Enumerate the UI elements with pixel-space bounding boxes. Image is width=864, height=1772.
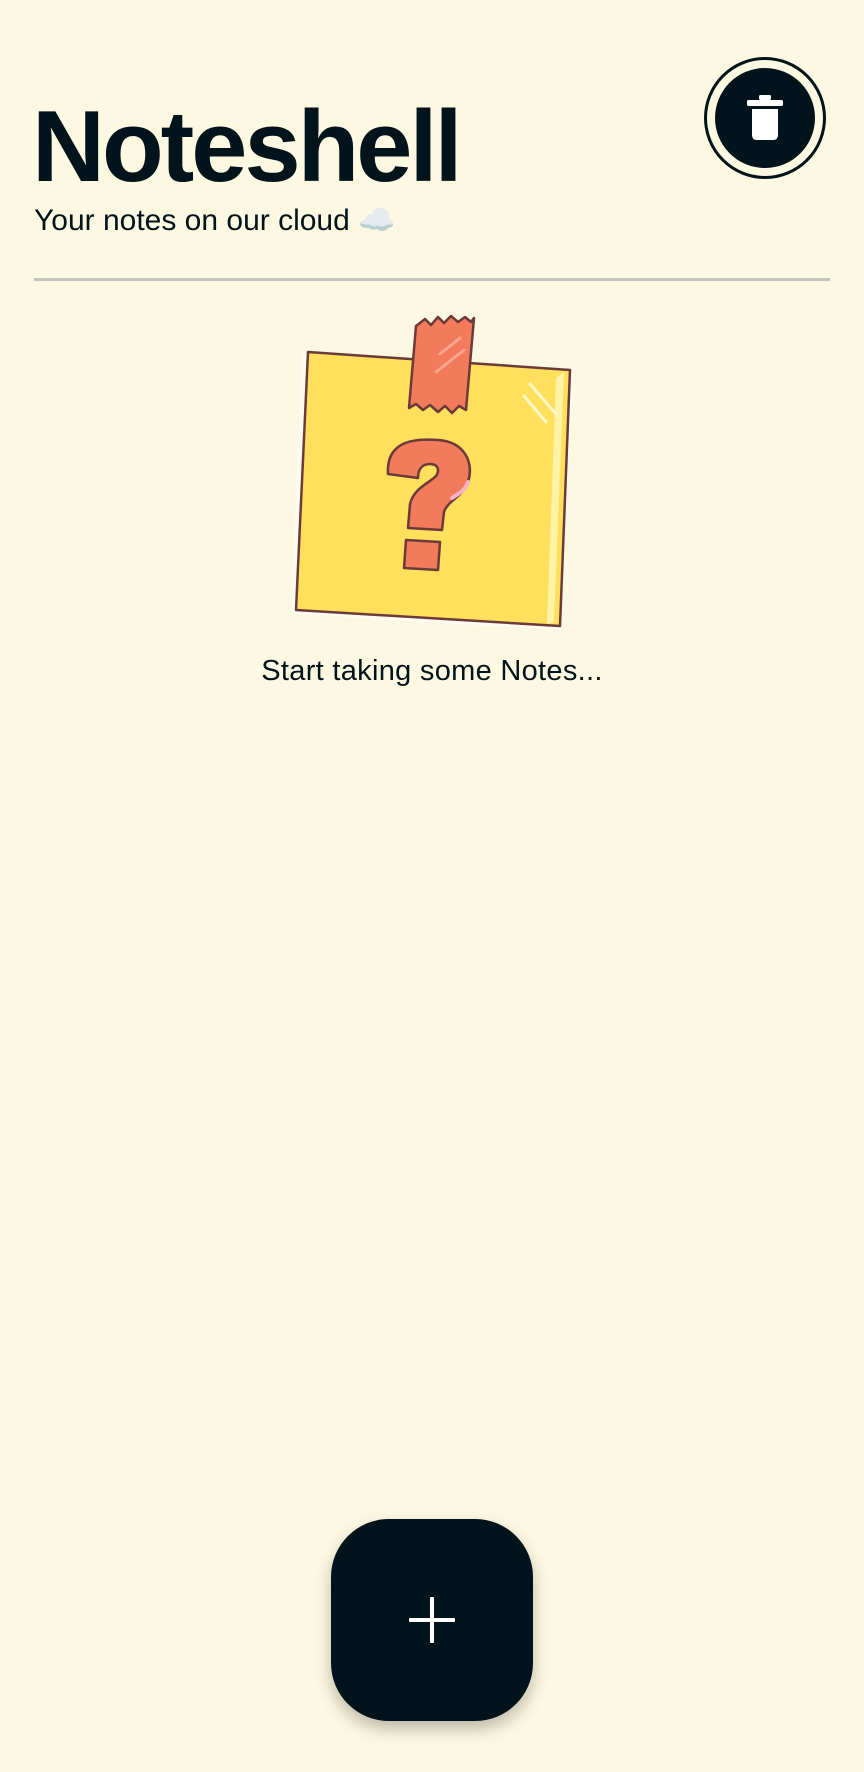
plus-icon xyxy=(409,1597,455,1643)
app-subtitle: Your notes on our cloud ☁️ xyxy=(34,204,396,237)
empty-notes-illustration xyxy=(291,314,574,630)
notes-screen: Noteshell Your notes on our cloud ☁️ Sta… xyxy=(0,0,864,1772)
add-note-button[interactable] xyxy=(331,1519,533,1721)
trash-button[interactable] xyxy=(704,57,826,179)
trash-icon xyxy=(747,95,783,140)
app-title: Noteshell xyxy=(32,91,463,203)
empty-state-message: Start taking some Notes... xyxy=(261,655,603,687)
header-divider xyxy=(34,278,830,281)
trash-button-inner xyxy=(715,68,815,168)
